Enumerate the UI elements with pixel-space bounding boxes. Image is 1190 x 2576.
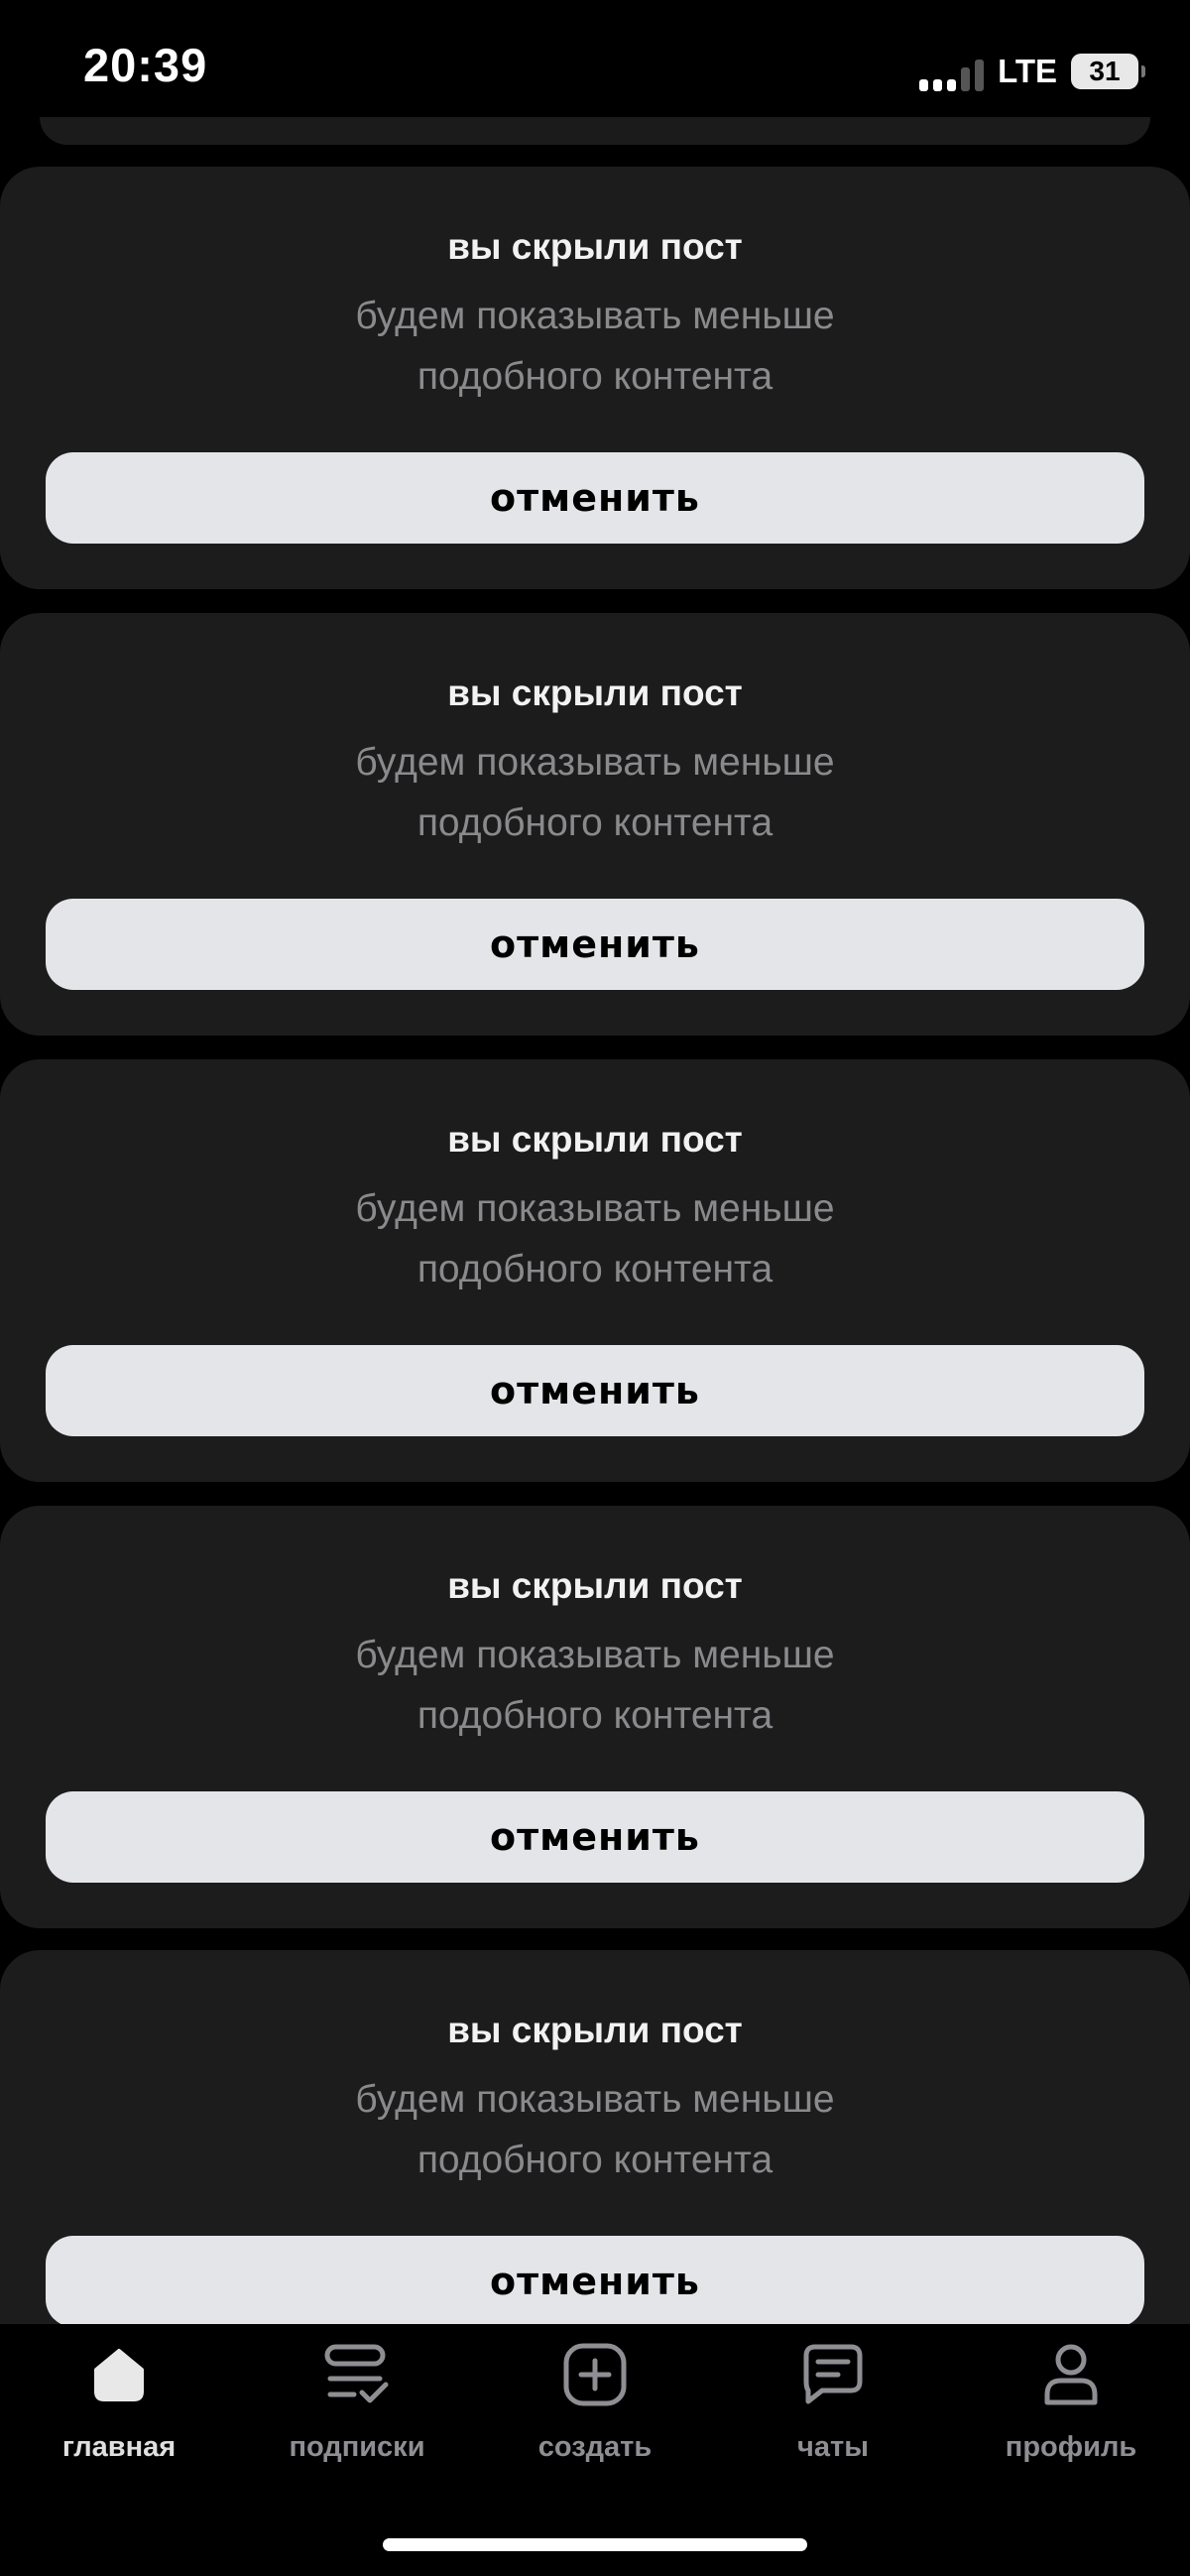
hidden-post-title: вы скрыли пост <box>447 226 743 267</box>
hidden-post-subtitle: будем показывать меньше подобного контен… <box>298 1625 892 1746</box>
subtitle-line: будем показывать меньше <box>355 741 835 784</box>
profile-icon <box>1036 2340 1106 2409</box>
subtitle-line: подобного контента <box>416 1248 774 1290</box>
nav-label: подписки <box>289 2431 425 2463</box>
nav-label: профиль <box>1005 2431 1137 2463</box>
hidden-post-subtitle: будем показывать меньше подобного контен… <box>298 286 892 407</box>
hidden-post-subtitle: будем показывать меньше подобного контен… <box>298 732 892 853</box>
hidden-post-subtitle: будем показывать меньше подобного контен… <box>298 2069 892 2190</box>
subscriptions-icon <box>322 2340 392 2409</box>
subtitle-line: будем показывать меньше <box>355 2078 835 2121</box>
signal-icon <box>919 52 985 91</box>
hidden-post-title: вы скрыли пост <box>447 1565 743 1606</box>
nav-label: создать <box>537 2431 653 2463</box>
nav-item-chats[interactable]: чаты <box>714 2340 952 2489</box>
nav-label: чаты <box>797 2431 869 2463</box>
hidden-post-card: вы скрыли пост будем показывать меньше п… <box>0 167 1190 589</box>
nav-item-home[interactable]: главная <box>0 2340 238 2489</box>
previous-card-edge <box>40 117 1150 145</box>
home-icon <box>84 2340 154 2409</box>
subtitle-line: будем показывать меньше <box>355 295 835 337</box>
undo-button[interactable]: отменить <box>46 452 1144 544</box>
subtitle-line: подобного контента <box>416 2139 774 2181</box>
undo-button[interactable]: отменить <box>46 1345 1144 1436</box>
hidden-post-card: вы скрыли пост будем показывать меньше п… <box>0 613 1190 1036</box>
status-indicators: LTE 31 <box>919 48 1145 95</box>
hidden-post-card: вы скрыли пост будем показывать меньше п… <box>0 1059 1190 1482</box>
undo-button[interactable]: отменить <box>46 2236 1144 2324</box>
subtitle-line: подобного контента <box>416 1694 774 1737</box>
hidden-post-title: вы скрыли пост <box>447 2010 743 2050</box>
feed[interactable]: вы скрыли пост будем показывать меньше п… <box>0 167 1190 2324</box>
hidden-post-title: вы скрыли пост <box>447 673 743 713</box>
subtitle-line: будем показывать меньше <box>355 1634 835 1676</box>
hidden-post-subtitle: будем показывать меньше подобного контен… <box>298 1178 892 1299</box>
nav-label: главная <box>61 2431 177 2463</box>
subtitle-line: будем показывать меньше <box>355 1187 835 1230</box>
create-icon <box>560 2340 630 2409</box>
battery-icon: 31 <box>1071 54 1145 89</box>
hidden-post-card: вы скрыли пост будем показывать меньше п… <box>0 1950 1190 2324</box>
chat-icon <box>798 2340 868 2409</box>
status-bar: 20:39 LTE 31 <box>0 0 1190 145</box>
nav-item-profile[interactable]: профиль <box>952 2340 1190 2489</box>
battery-level: 31 <box>1089 56 1121 86</box>
nav-item-subscriptions[interactable]: подписки <box>238 2340 476 2489</box>
hidden-post-card: вы скрыли пост будем показывать меньше п… <box>0 1506 1190 1928</box>
status-time: 20:39 <box>83 39 208 91</box>
undo-button[interactable]: отменить <box>46 899 1144 990</box>
undo-button[interactable]: отменить <box>46 1791 1144 1883</box>
network-type: LTE <box>998 53 1057 89</box>
home-indicator[interactable] <box>383 2538 807 2551</box>
subtitle-line: подобного контента <box>416 801 774 844</box>
nav-item-create[interactable]: создать <box>476 2340 714 2489</box>
subtitle-line: подобного контента <box>416 355 774 398</box>
hidden-post-title: вы скрыли пост <box>447 1119 743 1160</box>
